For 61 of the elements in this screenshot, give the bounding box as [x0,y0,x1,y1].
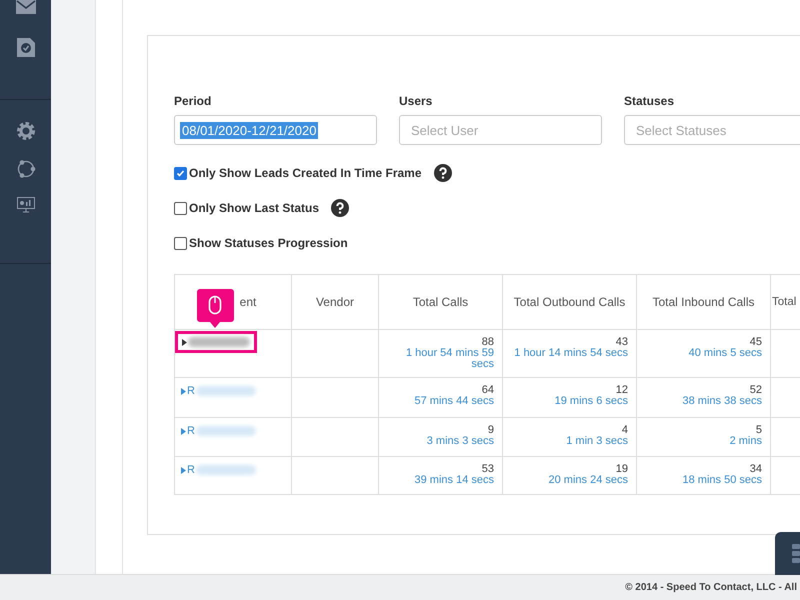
call-duration: 20 mins 24 secs [548,475,628,486]
checkbox[interactable] [174,202,187,214]
field-label: Users [399,94,434,108]
field-label: Period [174,94,212,108]
call-count: 88 [482,337,494,348]
select-field[interactable]: Select User [399,115,602,145]
call-count: 64 [482,385,494,396]
call-duration: 1 hour 14 mins 54 secs [514,348,628,359]
field-label: Statuses [624,94,676,108]
call-count: 34 [750,464,762,475]
check-icon [176,168,185,178]
call-duration: 1 hour 54 mins 59 secs [404,348,494,370]
call-count: 53 [482,464,494,475]
call-count: 5 [756,425,762,436]
help-icon[interactable] [434,164,452,182]
column-header: ent [240,296,256,308]
call-count: 43 [616,337,628,348]
agent-name[interactable]: R [187,425,195,437]
column-header: Vendor [316,296,354,308]
call-count: 12 [616,385,628,396]
call-count: 45 [750,337,762,348]
menu-icon [792,544,800,564]
checkbox[interactable] [174,166,187,180]
call-duration: 57 mins 44 secs [414,396,494,407]
floating-menu-button[interactable] [775,532,800,575]
call-duration: 18 mins 50 secs [682,475,762,486]
checkbox-label: Show Statuses Progression [189,236,348,250]
checkbox[interactable] [174,236,187,250]
column-header: Total [772,296,796,308]
blurred-name [188,337,250,347]
call-duration: 1 min 3 secs [566,436,628,447]
blurred-name [196,426,256,436]
call-count: 52 [750,385,762,396]
date-range-field[interactable]: 08/01/2020-12/21/2020 [174,115,377,145]
settings-icon[interactable] [16,121,36,141]
call-duration: 3 mins 3 secs [426,436,494,447]
column-header: Total Inbound Calls [652,296,755,308]
column-header: Total Calls [412,296,468,308]
checkbox-label: Only Show Leads Created In Time Frame [189,166,422,180]
column-header: Total Outbound Calls [514,296,626,308]
call-count: 9 [488,425,494,436]
checkbox-label: Only Show Last Status [189,201,320,215]
network-icon[interactable] [16,159,36,179]
mouse-icon [208,296,222,314]
call-duration: 2 mins [730,436,762,447]
help-icon[interactable] [331,199,350,217]
blurred-name [196,386,256,396]
select-field[interactable]: Select Statuses [624,115,800,145]
call-count: 4 [622,425,628,436]
agent-name[interactable]: R [187,385,195,397]
agent-name[interactable]: R [187,464,195,476]
blurred-name [196,465,256,475]
copyright-text: © 2014 - Speed To Contact, LLC - All [625,582,797,594]
call-duration: 40 mins 5 secs [688,348,762,359]
call-count: 19 [616,464,628,475]
call-duration: 39 mins 14 secs [414,475,494,486]
call-duration: 19 mins 6 secs [554,396,628,407]
call-duration: 38 mins 38 secs [682,396,762,407]
monitor-chart-icon[interactable] [16,197,34,213]
clipboard-check-icon[interactable] [16,37,36,58]
mail-icon[interactable] [16,0,36,14]
